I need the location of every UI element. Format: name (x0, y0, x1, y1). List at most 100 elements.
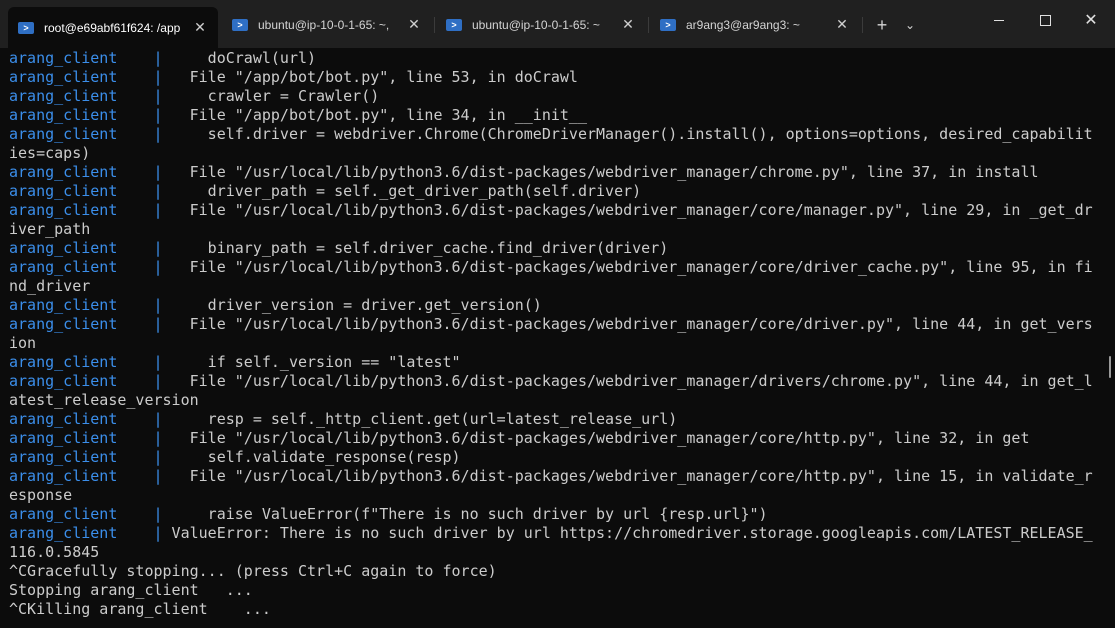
service-prefix: arang_client | (9, 258, 163, 276)
line-text: atest_release_version (9, 391, 199, 409)
line-text: driver_version = driver.get_version() (162, 296, 542, 314)
service-prefix: arang_client | (9, 353, 163, 371)
line-text: doCrawl(url) (162, 49, 317, 67)
line-text: File "/usr/local/lib/python3.6/dist-pack… (162, 467, 1093, 485)
close-icon[interactable]: ✕ (618, 15, 638, 35)
line-text: raise ValueError(f"There is no such driv… (162, 505, 768, 523)
line-text: resp = self._http_client.get(url=latest_… (162, 410, 678, 428)
terminal-line: ion (9, 334, 1103, 353)
line-text: ^CGracefully stopping... (press Ctrl+C a… (9, 562, 497, 580)
terminal-line: arang_client | File "/usr/local/lib/pyth… (9, 163, 1103, 182)
terminal-line: nd_driver (9, 277, 1103, 296)
close-window-button[interactable]: ✕ (1068, 0, 1114, 40)
terminal-line: arang_client | driver_version = driver.g… (9, 296, 1103, 315)
line-text: self.validate_response(resp) (162, 448, 461, 466)
close-icon[interactable]: ✕ (190, 18, 210, 38)
line-text: File "/app/bot/bot.py", line 53, in doCr… (162, 68, 578, 86)
line-text: File "/usr/local/lib/python3.6/dist-pack… (162, 201, 1093, 219)
line-text: binary_path = self.driver_cache.find_dri… (162, 239, 669, 257)
terminal-line: arang_client | ValueError: There is no s… (9, 524, 1103, 543)
line-text: crawler = Crawler() (162, 87, 380, 105)
terminal-line: arang_client | resp = self._http_client.… (9, 410, 1103, 429)
chevron-down-icon[interactable]: ⌄ (897, 13, 923, 37)
line-text: Stopping arang_client ... (9, 581, 253, 599)
service-prefix: arang_client | (9, 372, 163, 390)
service-prefix: arang_client | (9, 239, 163, 257)
line-text: 116.0.5845 (9, 543, 100, 561)
tab-ar9ang3[interactable]: > ar9ang3@ar9ang3: ~ ✕ (650, 9, 860, 40)
line-text: File "/usr/local/lib/python3.6/dist-pack… (162, 258, 1093, 276)
service-prefix: arang_client | (9, 448, 163, 466)
line-text: iver_path (9, 220, 91, 238)
line-text: ValueError: There is no such driver by u… (162, 524, 1093, 542)
terminal-line: arang_client | File "/app/bot/bot.py", l… (9, 106, 1103, 125)
close-icon[interactable]: ✕ (404, 15, 424, 35)
terminal-line: arang_client | self.driver = webdriver.C… (9, 125, 1103, 144)
service-prefix: arang_client | (9, 106, 163, 124)
terminal-line: arang_client | File "/usr/local/lib/pyth… (9, 429, 1103, 448)
powershell-icon: > (232, 18, 248, 31)
close-icon: ✕ (1084, 12, 1098, 29)
maximize-icon (1039, 14, 1051, 26)
tab-separator (648, 17, 649, 33)
service-prefix: arang_client | (9, 125, 163, 143)
powershell-icon: > (446, 18, 462, 31)
scrollbar-thumb[interactable] (1109, 356, 1111, 378)
tab-root-app[interactable]: > root@e69abf61f624: /app ✕ (8, 7, 218, 48)
terminal-line: arang_client | File "/usr/local/lib/pyth… (9, 467, 1103, 486)
line-text: File "/usr/local/lib/python3.6/dist-pack… (162, 429, 1030, 447)
line-text: esponse (9, 486, 73, 504)
terminal-line: arang_client | driver_path = self._get_d… (9, 182, 1103, 201)
service-prefix: arang_client | (9, 505, 163, 523)
service-prefix: arang_client | (9, 87, 163, 105)
service-prefix: arang_client | (9, 410, 163, 428)
terminal-line: ^CGracefully stopping... (press Ctrl+C a… (9, 562, 1103, 581)
line-text: if self._version == "latest" (162, 353, 461, 371)
terminal-line: atest_release_version (9, 391, 1103, 410)
terminal-line: arang_client | File "/usr/local/lib/pyth… (9, 201, 1103, 220)
terminal-line: arang_client | if self._version == "late… (9, 353, 1103, 372)
line-text: ^CKilling arang_client ... (9, 600, 271, 618)
terminal-line: 116.0.5845 (9, 543, 1103, 562)
tab-separator (434, 17, 435, 33)
line-text: File "/usr/local/lib/python3.6/dist-pack… (162, 315, 1093, 333)
terminal-line: iver_path (9, 220, 1103, 239)
line-text: driver_path = self._get_driver_path(self… (162, 182, 642, 200)
service-prefix: arang_client | (9, 467, 163, 485)
tab-title: root@e69abf61f624: /app (44, 20, 181, 35)
terminal-line: arang_client | binary_path = self.driver… (9, 239, 1103, 258)
minimize-button[interactable] (976, 0, 1022, 40)
terminal-window: > root@e69abf61f624: /app ✕ > ubuntu@ip-… (0, 0, 1115, 628)
tab-ubuntu-2[interactable]: > ubuntu@ip-10-0-1-65: ~ ✕ (436, 9, 646, 40)
line-text: nd_driver (9, 277, 91, 295)
terminal-line: arang_client | File "/usr/local/lib/pyth… (9, 315, 1103, 334)
line-text: File "/app/bot/bot.py", line 34, in __in… (162, 106, 587, 124)
terminal-line: arang_client | raise ValueError(f"There … (9, 505, 1103, 524)
terminal-output[interactable]: arang_client | doCrawl(url) arang_client … (0, 48, 1103, 628)
service-prefix: arang_client | (9, 68, 163, 86)
service-prefix: arang_client | (9, 429, 163, 447)
tab-title: ar9ang3@ar9ang3: ~ (686, 17, 800, 32)
line-text: File "/usr/local/lib/python3.6/dist-pack… (162, 163, 1039, 181)
maximize-button[interactable] (1022, 0, 1068, 40)
service-prefix: arang_client | (9, 296, 163, 314)
new-tab-button[interactable]: + (869, 13, 895, 37)
tab-title: ubuntu@ip-10-0-1-65: ~ (472, 17, 600, 32)
terminal-line: arang_client | crawler = Crawler() (9, 87, 1103, 106)
tab-ubuntu-1[interactable]: > ubuntu@ip-10-0-1-65: ~, ✕ (222, 9, 432, 40)
service-prefix: arang_client | (9, 201, 163, 219)
tab-separator (862, 17, 863, 33)
terminal-line: arang_client | doCrawl(url) (9, 49, 1103, 68)
terminal-line: arang_client | File "/app/bot/bot.py", l… (9, 68, 1103, 87)
minimize-icon (994, 19, 1004, 21)
terminal-line: ies=caps) (9, 144, 1103, 163)
title-bar: > root@e69abf61f624: /app ✕ > ubuntu@ip-… (0, 0, 1115, 48)
powershell-icon: > (660, 18, 676, 31)
terminal-line: arang_client | File "/usr/local/lib/pyth… (9, 258, 1103, 277)
line-text: ion (9, 334, 37, 352)
terminal-line: esponse (9, 486, 1103, 505)
close-icon[interactable]: ✕ (832, 15, 852, 35)
terminal-line: Stopping arang_client ... (9, 581, 1103, 600)
service-prefix: arang_client | (9, 163, 163, 181)
service-prefix: arang_client | (9, 315, 163, 333)
